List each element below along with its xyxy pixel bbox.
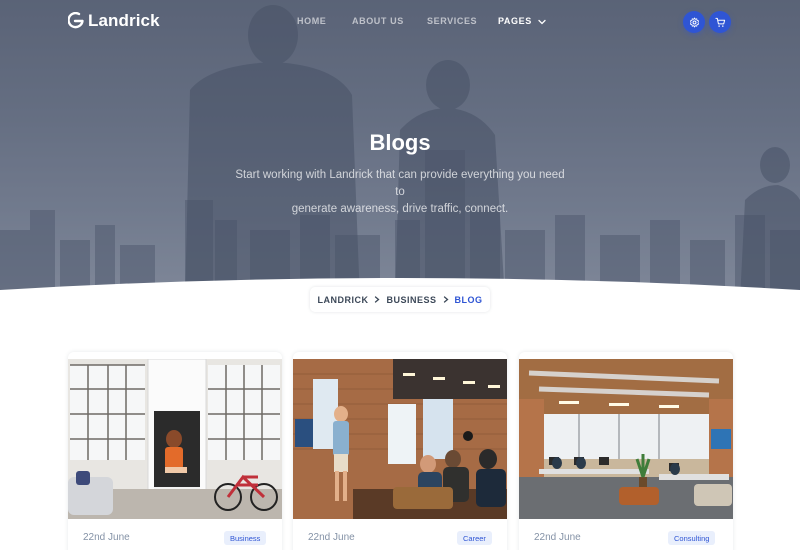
chevron-right-icon [375, 296, 380, 303]
landrick-logo-icon [68, 12, 84, 29]
blog-card-image[interactable] [68, 359, 282, 519]
nav-pages-label: PAGES [498, 16, 532, 26]
open-office-image [519, 359, 733, 519]
category-badge[interactable]: Business [224, 531, 267, 545]
category-badge[interactable]: Career [457, 531, 492, 545]
navbar: Landrick HOME ABOUT US SERVICES PAGES [0, 0, 800, 42]
cart-icon [714, 17, 725, 27]
nav-pages[interactable]: PAGES [498, 16, 546, 26]
brand-logo[interactable]: Landrick [68, 11, 160, 31]
breadcrumb-landrick[interactable]: LANDRICK [317, 295, 368, 305]
settings-button[interactable] [683, 11, 705, 33]
gear-icon [689, 17, 699, 27]
chevron-right-icon [443, 296, 449, 303]
blog-card-image[interactable] [293, 359, 507, 519]
office-presentation-image [293, 359, 507, 519]
breadcrumb: LANDRICK BUSINESS BLOG [310, 287, 490, 312]
page-title: Blogs [369, 130, 431, 155]
office-booth-image [68, 359, 282, 519]
hero-subtitle: Start working with Landrick that can pro… [230, 167, 570, 218]
breadcrumb-business[interactable]: BUSINESS [386, 295, 436, 305]
blog-card[interactable]: 22nd June Career [293, 352, 507, 550]
blog-card-image[interactable] [519, 359, 733, 519]
chevron-down-icon [538, 19, 546, 25]
blog-card[interactable]: 22nd June Business [68, 352, 282, 550]
blog-date: 22nd June [308, 532, 355, 543]
blog-card[interactable]: 22nd June Consulting [519, 352, 733, 550]
nav-about-us[interactable]: ABOUT US [352, 16, 404, 26]
category-badge[interactable]: Consulting [668, 531, 716, 545]
hero-subtitle-line-1: Start working with Landrick that can pro… [235, 169, 565, 198]
blog-date: 22nd June [534, 532, 581, 543]
breadcrumb-blog: BLOG [454, 294, 483, 305]
blog-date: 22nd June [83, 532, 130, 543]
brand-name: Landrick [88, 11, 160, 30]
nav-home[interactable]: HOME [297, 16, 326, 26]
cart-button[interactable] [709, 11, 731, 33]
nav-services[interactable]: SERVICES [427, 16, 477, 26]
hero-subtitle-line-2: generate awareness, drive traffic, conne… [291, 203, 509, 215]
